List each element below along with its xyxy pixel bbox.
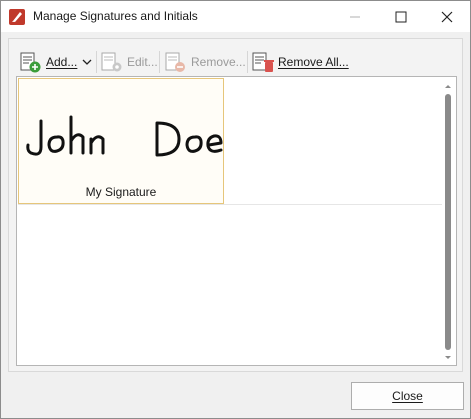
toolbar: Add... Edit... Remove... Remove All...: [9, 47, 461, 77]
minimize-button[interactable]: [332, 1, 378, 32]
close-label: Close: [392, 389, 423, 403]
toolbar-separator: [159, 51, 160, 73]
scroll-down-icon[interactable]: [441, 352, 455, 364]
dialog-window: Manage Signatures and Initials Add... Ed…: [0, 0, 471, 419]
remove-button[interactable]: Remove...: [164, 47, 246, 77]
signature-caption: My Signature: [85, 185, 157, 199]
app-logo-icon: [9, 9, 25, 25]
minimize-icon: [350, 16, 360, 17]
window-title: Manage Signatures and Initials: [33, 9, 198, 23]
remove-label: Remove...: [191, 55, 246, 69]
signature-item[interactable]: My Signature: [18, 78, 224, 204]
scrollbar-thumb[interactable]: [445, 94, 451, 350]
add-label: Add...: [46, 55, 78, 69]
signature-list[interactable]: My Signature: [16, 76, 457, 366]
title-bar: Manage Signatures and Initials: [1, 1, 470, 32]
remove-signature-icon: [165, 52, 185, 72]
edit-label: Edit...: [127, 55, 158, 69]
add-button[interactable]: Add...: [19, 47, 93, 77]
close-window-button[interactable]: [424, 1, 470, 32]
maximize-button[interactable]: [378, 1, 424, 32]
scroll-up-icon[interactable]: [441, 80, 455, 92]
remove-all-label: Remove All...: [278, 55, 349, 69]
edit-button[interactable]: Edit...: [100, 47, 158, 77]
edit-signature-icon: [101, 52, 122, 72]
add-signature-icon: [20, 52, 41, 73]
vertical-scrollbar[interactable]: [441, 78, 455, 364]
toolbar-separator: [96, 51, 97, 73]
maximize-icon: [395, 11, 407, 22]
remove-all-icon: [252, 52, 274, 72]
dropdown-arrow-icon[interactable]: [81, 56, 93, 68]
close-button[interactable]: Close: [351, 382, 464, 410]
row-divider: [18, 204, 442, 205]
toolbar-separator: [247, 51, 248, 73]
remove-all-button[interactable]: Remove All...: [251, 47, 349, 77]
close-icon: [441, 11, 453, 22]
signature-image: [26, 115, 223, 157]
